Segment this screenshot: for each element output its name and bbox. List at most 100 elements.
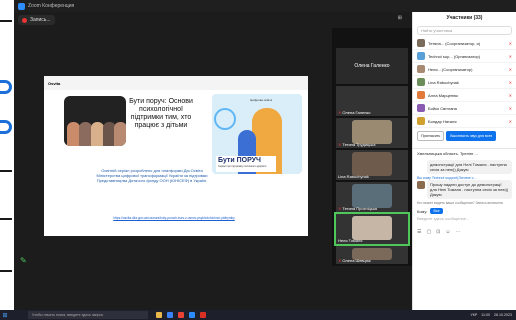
slide-caption: Освітній серіал розроблено для платформи… [96,168,208,183]
poster-subtitle: Серіал про підтримку психічного здоров'я [218,165,267,168]
participants-header: Участники (33) [446,15,483,21]
poster-logo: Цифрова освіта [250,98,273,102]
chat-message-text: демонстрації для Нелі Томаля . наступна … [427,160,512,174]
screenshot-icon[interactable]: ⊡ [436,229,440,235]
avatar [417,52,425,60]
self-name: Олена Галенко [354,63,390,69]
tray-date[interactable]: 26.10.2023 [494,313,512,317]
participant-actions: Пригласить Выключить звук для всех [413,128,516,144]
invite-button[interactable]: Пригласить [417,131,445,141]
avatar [417,117,425,125]
muted-mic-icon: ✕ [508,53,512,59]
participant-row[interactable]: Алла Марценюк ✕ [413,89,516,102]
screen-share-area: Osvita Бути поруч: Основи психологічної … [14,28,332,266]
muted-mic-icon: ✕ [508,66,512,72]
course-link[interactable]: https://osvita.diia.gov.ua/courses/buty-… [104,216,244,220]
chat-message: демонстрації для Нелі Томаля . наступна … [417,160,512,174]
tray-time[interactable]: 11:00 [481,313,490,317]
tile-name: Тетяна Трудицька [342,142,376,147]
participant-name: Бойко Світлана [428,105,457,111]
mute-all-button[interactable]: Выключить звук для всех [446,131,497,141]
slide-title-block: Бути поруч: Основи психологічної підтрим… [126,98,196,130]
participant-name: Неля... (Соорганизатор) [428,66,473,72]
background-document-edge [0,0,14,320]
poster-image: Цифрова освіта Бути ПОРУЧ Серіал про під… [212,94,302,174]
avatar [417,39,425,47]
video-tile[interactable]: ✕Олена Шевцюк [336,246,408,264]
participant-row[interactable]: Lina Rabuchynak ✕ [413,76,516,89]
avatar [417,104,425,112]
video-gallery: Олена Галенко ✕Олена Галенко ✕Тетяна Тру… [332,28,412,266]
chat-recipient-select[interactable]: Все [430,208,443,214]
self-video-tile[interactable]: Олена Галенко [336,48,408,84]
format-icon[interactable]: ☰ [417,229,421,235]
participant-search-input[interactable]: Найти участника [417,26,512,35]
windows-taskbar: ⊞ Чтобы начать поиск, введите здесь запр… [0,310,516,320]
avatar [417,65,425,73]
muted-mic-icon: ✕ [508,92,512,98]
taskbar-search-input[interactable]: Чтобы начать поиск, введите здесь запрос [28,311,148,319]
windows-start-icon[interactable]: ⊞ [0,310,10,320]
window-titlebar: Zoom Конференция [14,0,516,12]
more-icon[interactable]: ⋯ [456,229,461,235]
explorer-icon[interactable] [156,312,162,318]
slide-logo: Osvita [48,80,61,86]
participants-panel: Участники (33) Найти участника Тетяна...… [412,12,516,310]
chrome-icon[interactable] [178,312,184,318]
poster-title: Бути ПОРУЧ [218,157,261,164]
poster-caption: Бути ПОРУЧ Серіал про підтримку психічно… [216,156,276,172]
muted-mic-icon: ✕ [508,79,512,85]
tile-name: Неля Томаля [338,238,363,243]
avatar [417,91,425,99]
chat-toolbar: ☰ ▢ ⊡ ☺ ⋯ [417,229,512,235]
chat-recipient: Кому: Все [417,208,512,214]
shared-slide: Osvita Бути поруч: Основи психологічної … [44,76,308,236]
video-tile[interactable]: ✕Тетяна Прохніцька [336,182,408,212]
emoji-icon[interactable]: ☺ [445,229,450,235]
zoom-logo-icon [18,2,25,10]
video-tile[interactable]: ✕Олена Галенко [336,86,408,116]
meeting-topbar: Запись... ⊞ [14,12,412,28]
participant-row[interactable]: Бойко Світлана ✕ [413,102,516,115]
muted-mic-icon: ✕ [508,40,512,46]
participant-row[interactable]: Неля... (Соорганизатор) ✕ [413,63,516,76]
app-icon[interactable] [200,312,206,318]
muted-mic-icon: ✕ [508,105,512,111]
slide-header: Osvita [44,76,308,90]
record-dot-icon [22,17,27,23]
participant-row[interactable]: Technol sup... (Организатор) ✕ [413,50,516,63]
zoom-window: Zoom Конференция Запись... ⊞ Osvita Бути… [14,0,516,310]
chat-to-label: Кому: [417,208,428,214]
tray-language[interactable]: УКР [470,313,477,317]
recording-indicator[interactable]: Запись... [18,15,55,25]
avatar [417,181,425,189]
zoom-icon[interactable] [189,312,195,318]
annotate-pen-icon[interactable]: ✎ [20,256,27,265]
chat-header: Хмельницька область. Тренінг ... [413,148,516,158]
chat-message-text: Прошу надати доступ до демонстрації для … [427,180,512,199]
video-tile-active[interactable]: Неля Томаля [334,212,410,246]
file-icon[interactable]: ▢ [426,229,431,235]
participant-name: Алла Марценюк [428,92,458,98]
participant-name: Technol sup... (Организатор) [428,53,481,59]
view-options-icon[interactable]: ⊞ [398,15,402,21]
participant-name: Тетяна... (Соорганизатор, я) [428,40,481,46]
edge-icon[interactable] [167,312,173,318]
video-tile[interactable]: ✕Тетяна Трудицька [336,118,408,148]
system-tray: УКР 11:00 26.10.2023 [470,310,512,320]
tile-name: Олена Шевцюк [342,258,371,263]
chat-visibility-note[interactable]: Кто может видеть ваши сообщения? Запись … [417,201,512,205]
recording-label: Запись... [30,17,51,23]
muted-mic-icon: ✕ [508,118,512,124]
avatar [417,78,425,86]
tile-name: Олена Галенко [342,110,371,115]
taskbar-apps [156,312,206,318]
participant-row[interactable]: Тетяна... (Соорганизатор, я) ✕ [413,37,516,50]
tile-name: Тетяна Прохніцька [342,206,378,211]
video-tile[interactable]: Lina Rabuchynak [336,150,408,180]
tile-name: Lina Rabuchynak [338,174,369,179]
participant-row[interactable]: Бондар Наталя ✕ [413,115,516,128]
chat-input[interactable]: Введите здесь сообщение... [417,216,512,227]
participant-name: Lina Rabuchynak [428,79,459,85]
window-title: Zoom Конференция [28,3,75,9]
